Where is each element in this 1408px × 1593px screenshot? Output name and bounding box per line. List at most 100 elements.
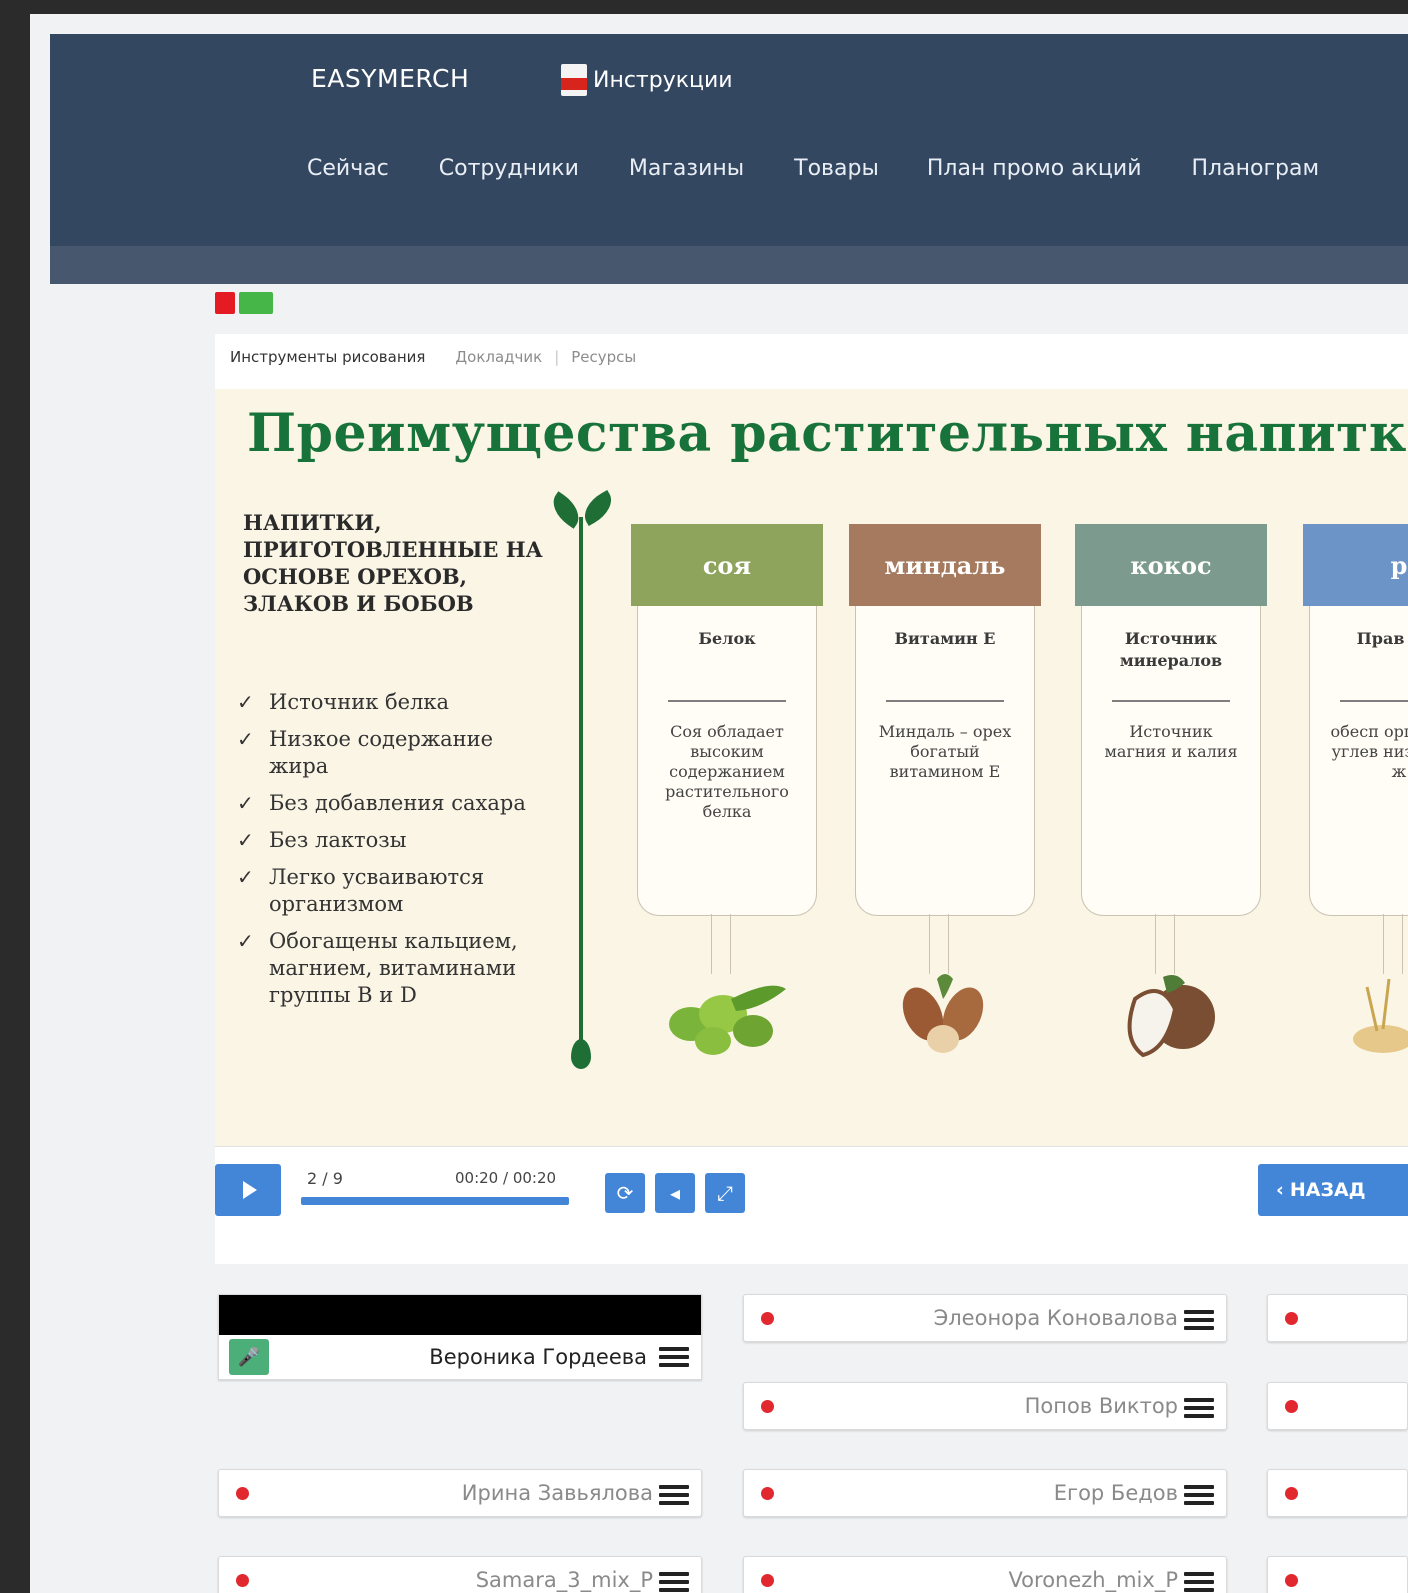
column-body: Прав угл обесп орг парал углев низ содер…: [1309, 606, 1408, 916]
video-stream: [219, 1295, 701, 1335]
column-header: МИНДАЛЬ: [849, 524, 1041, 606]
benefit-item: Источник белка: [237, 689, 547, 716]
status-dot-icon: [761, 1574, 774, 1587]
refresh-icon[interactable]: ⟳: [605, 1173, 645, 1213]
participant-card[interactable]: Voronezh_mix_P: [743, 1556, 1227, 1593]
hamburger-menu-icon[interactable]: [1184, 1398, 1214, 1418]
participant-name: Егор Бедов: [1053, 1481, 1178, 1505]
instructions-link[interactable]: Инструкции: [561, 64, 733, 96]
microphone-icon[interactable]: 🎤: [229, 1339, 269, 1375]
participant-card[interactable]: Элеонора Коновалова: [743, 1294, 1227, 1342]
volume-icon[interactable]: ◂: [655, 1173, 695, 1213]
column-desc: Соя обладает высоким содержанием растите…: [665, 722, 789, 821]
soybeans-icon: [669, 985, 786, 1055]
red-flag-icon[interactable]: [215, 292, 235, 314]
back-button[interactable]: ‹ НАЗАД: [1258, 1164, 1408, 1216]
slide-subtitle: НАПИТКИ, ПРИГОТОВЛЕННЫЕ НА ОСНОВЕ ОРЕХОВ…: [243, 510, 543, 616]
slide-counter: 2 / 9: [307, 1169, 343, 1188]
tab-drawing-tools[interactable]: Инструменты рисования: [230, 348, 425, 366]
status-dot-icon: [1285, 1312, 1298, 1325]
hamburger-menu-icon[interactable]: [659, 1572, 689, 1592]
player-controls: 2 / 9 00:20 / 00:20 ⟳ ◂ ⤢ ‹ НАЗАД: [215, 1146, 1408, 1222]
participant-card[interactable]: [1267, 1294, 1408, 1342]
status-dot-icon: [1285, 1574, 1298, 1587]
divider: [886, 700, 1004, 702]
benefit-item: Без лактозы: [237, 827, 547, 854]
progress-bar[interactable]: [301, 1197, 569, 1205]
slide-title: Преимущества растительных напитков: [247, 403, 1408, 464]
coconut-icon: [1127, 975, 1215, 1058]
tab-separator: |: [554, 348, 560, 366]
nav-item-stores[interactable]: Магазины: [629, 156, 744, 181]
participants-grid: 🎤 Вероника Гордеева Элеонора Коновалова …: [215, 1294, 1408, 1593]
column-header: КОКОС: [1075, 524, 1267, 606]
status-flags: [215, 292, 273, 314]
column-rice: Р Прав угл обесп орг парал углев низ сод…: [1303, 524, 1408, 1053]
column-neck: [1155, 914, 1175, 974]
column-body: Белок Соя обладает высоким содержанием р…: [637, 606, 817, 916]
column-desc: Миндаль – орех богатый витамином Е: [878, 722, 1012, 781]
self-video-card: 🎤 Вероника Гордеева: [218, 1294, 702, 1380]
time-display: 00:20 / 00:20: [455, 1169, 557, 1187]
participant-card[interactable]: [1267, 1469, 1408, 1517]
status-dot-icon: [1285, 1400, 1298, 1413]
participant-card[interactable]: [1267, 1382, 1408, 1430]
almonds-icon: [902, 974, 984, 1053]
drop-icon: [571, 1039, 591, 1069]
column-neck: [1383, 914, 1403, 974]
column-key: Источник минералов: [1119, 629, 1223, 670]
column-header: Р: [1303, 524, 1408, 606]
nav-item-planograms[interactable]: Планограм: [1192, 156, 1320, 181]
participant-name: Элеонора Коновалова: [933, 1306, 1178, 1330]
play-button[interactable]: [215, 1164, 281, 1216]
divider: [1340, 700, 1408, 702]
green-flag-icon[interactable]: [239, 292, 273, 314]
column-key: Витамин Е: [894, 629, 996, 648]
tab-speaker[interactable]: Докладчик: [455, 348, 542, 366]
hamburger-menu-icon[interactable]: [1184, 1572, 1214, 1592]
presentation-panel: Инструменты рисования Докладчик | Ресурс…: [215, 334, 1408, 1264]
hamburger-menu-icon[interactable]: [659, 1347, 689, 1367]
benefit-item: Легко усваиваются организмом: [237, 864, 547, 918]
participant-card[interactable]: Егор Бедов: [743, 1469, 1227, 1517]
column-neck: [929, 914, 949, 974]
sprout-leaf-icon: [577, 489, 619, 527]
grain-icon: [1353, 978, 1408, 1053]
benefits-list: Источник белка Низкое содержание жира Бе…: [237, 689, 547, 1019]
participant-name: Ирина Завьялова: [461, 1481, 653, 1505]
participant-name: Voronezh_mix_P: [1008, 1568, 1178, 1592]
status-dot-icon: [1285, 1487, 1298, 1500]
top-navbar: EASYMERCH Инструкции Сейчас Сотрудники М…: [50, 34, 1408, 246]
instructions-label: Инструкции: [593, 67, 733, 93]
column-body: Источник минералов Источник магния и кал…: [1081, 606, 1261, 916]
hamburger-menu-icon[interactable]: [1184, 1310, 1214, 1330]
column-neck: [711, 914, 731, 974]
fullscreen-icon[interactable]: ⤢: [705, 1173, 745, 1213]
back-label: НАЗАД: [1289, 1179, 1366, 1201]
divider: [668, 700, 786, 702]
hamburger-menu-icon[interactable]: [1184, 1485, 1214, 1505]
participant-card[interactable]: Samara_3_mix_P: [218, 1556, 702, 1593]
hamburger-menu-icon[interactable]: [659, 1485, 689, 1505]
nav-item-now[interactable]: Сейчас: [307, 156, 389, 181]
column-soy: СОЯ Белок Соя обладает высоким содержани…: [631, 524, 823, 1055]
participant-name: Samara_3_mix_P: [475, 1568, 653, 1592]
benefit-item: Без добавления сахара: [237, 790, 547, 817]
column-header: СОЯ: [631, 524, 823, 606]
column-desc: обесп орг парал углев низ содер ж: [1330, 722, 1408, 781]
nav-item-promo-plan[interactable]: План промо акций: [927, 156, 1142, 181]
tab-resources[interactable]: Ресурсы: [571, 348, 636, 366]
participant-card[interactable]: Ирина Завьялова: [218, 1469, 702, 1517]
participant-name: Вероника Гордеева: [429, 1345, 647, 1369]
presentation-tabs: Инструменты рисования Докладчик | Ресурс…: [230, 348, 636, 366]
participant-card[interactable]: Попов Виктор: [743, 1382, 1227, 1430]
column-desc: Источник магния и калия: [1104, 722, 1238, 761]
participant-card[interactable]: [1267, 1556, 1408, 1593]
nav-item-products[interactable]: Товары: [794, 156, 879, 181]
browser-viewport: EASYMERCH Инструкции Сейчас Сотрудники М…: [30, 14, 1408, 1593]
status-dot-icon: [761, 1487, 774, 1500]
status-dot-icon: [236, 1487, 249, 1500]
brand-logo[interactable]: EASYMERCH: [311, 64, 469, 93]
nav-item-employees[interactable]: Сотрудники: [439, 156, 579, 181]
sprout-stem: [579, 517, 583, 1057]
